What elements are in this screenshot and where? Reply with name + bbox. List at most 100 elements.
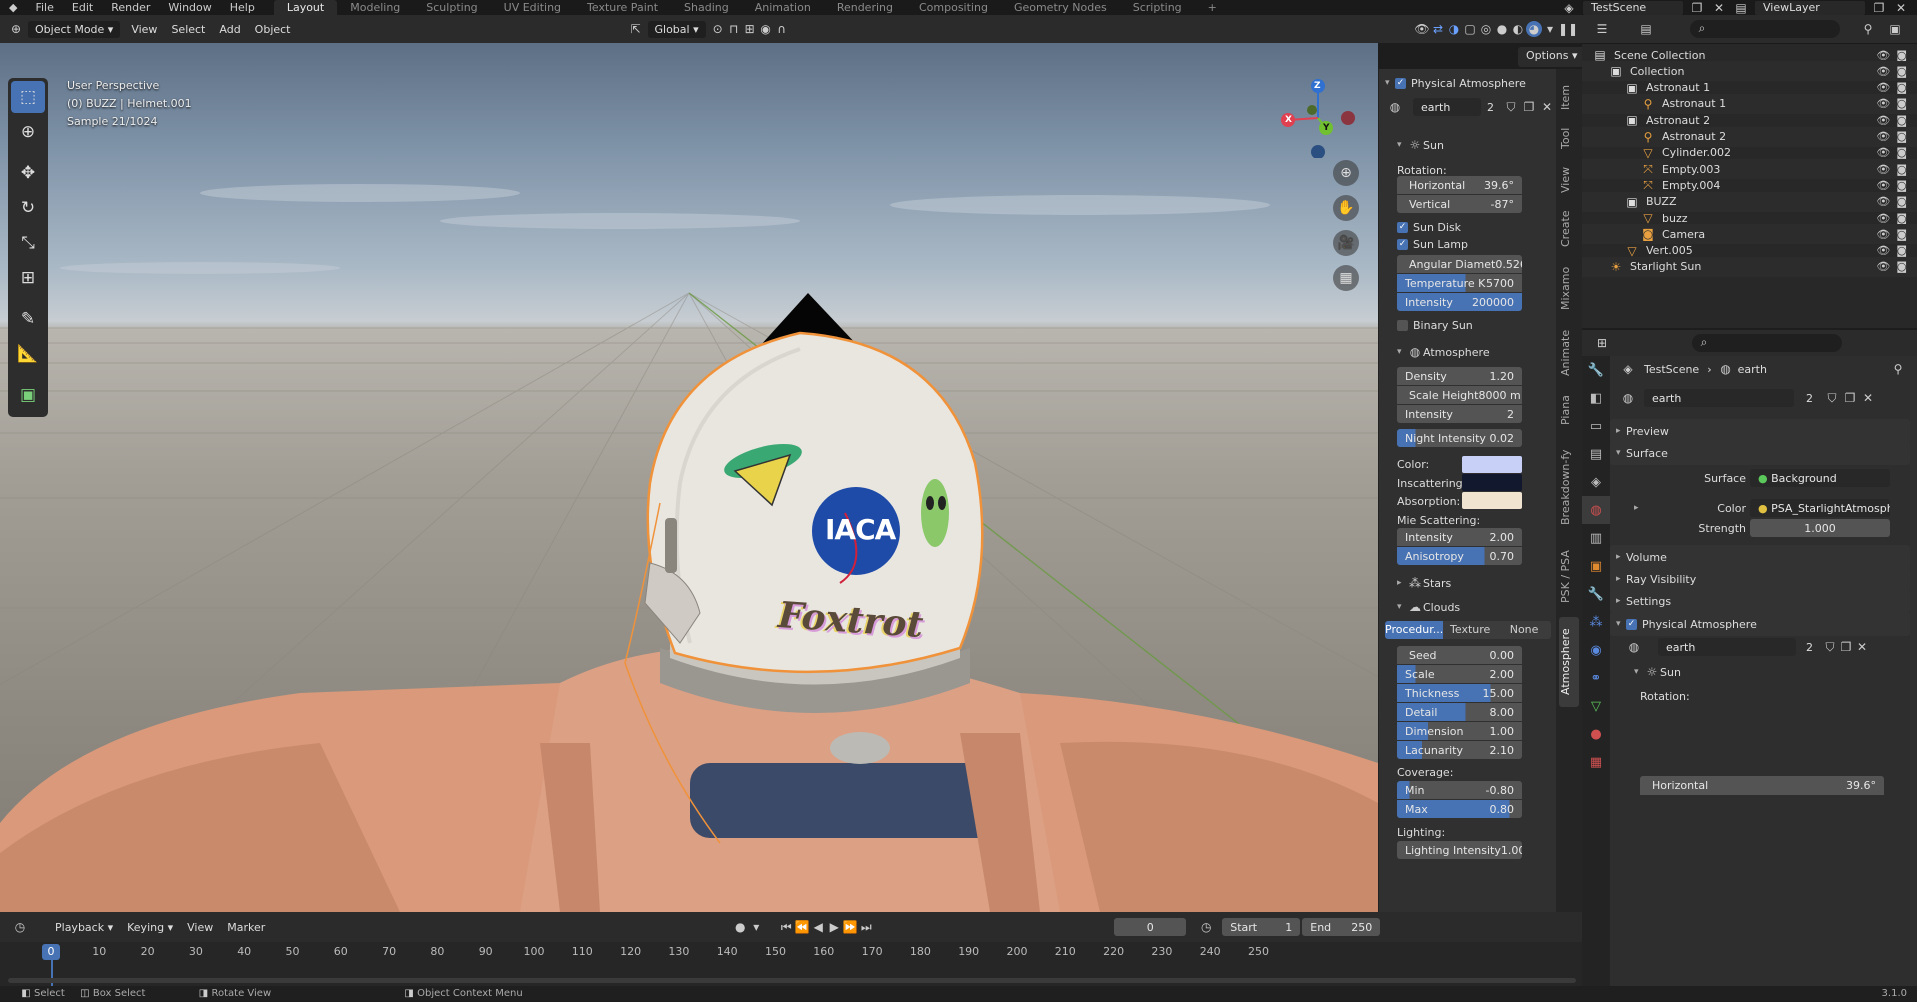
pin-icon[interactable]: ⚲ xyxy=(1890,361,1906,377)
inscattering-color-swatch[interactable] xyxy=(1462,474,1522,491)
options-dropdown[interactable]: Options ▾ xyxy=(1518,47,1586,67)
eye-icon[interactable]: 👁 xyxy=(1876,146,1890,159)
world-tab-icon[interactable]: ◍ xyxy=(1582,496,1610,524)
eye-icon[interactable]: 👁 xyxy=(1876,97,1890,110)
workspace-tab-scripting[interactable]: Scripting xyxy=(1120,0,1195,15)
end-frame-field[interactable]: End 250 xyxy=(1302,918,1381,936)
visibility-icon[interactable]: 👁 xyxy=(1414,21,1430,37)
camera-render-icon[interactable]: ◙ xyxy=(1896,228,1907,241)
editor-type-icon[interactable]: ◷ xyxy=(12,919,28,935)
output-tab-icon[interactable]: ▭ xyxy=(1582,412,1610,440)
scale-height-field[interactable]: Scale Height 8000 m xyxy=(1397,386,1522,404)
properties-search-input[interactable]: ⌕ xyxy=(1692,334,1842,352)
filter-icon[interactable]: ⚲ xyxy=(1860,21,1876,37)
pivot-icon[interactable]: ⊙ xyxy=(710,21,726,37)
display-mode-icon[interactable]: ▤ xyxy=(1638,21,1654,37)
playhead[interactable]: 0 xyxy=(42,944,60,960)
eye-icon[interactable]: 👁 xyxy=(1876,179,1890,192)
ray-visibility-panel-header[interactable]: ▸ Ray Visibility xyxy=(1610,567,1910,591)
fake-user-shield-icon[interactable]: ⛉ xyxy=(1824,390,1840,406)
select-box-tool-icon[interactable]: ⬚ xyxy=(11,81,45,113)
sidebar-tab-atmosphere[interactable]: Atmosphere xyxy=(1559,617,1579,707)
dropdown-arrow-icon[interactable]: ▾ xyxy=(748,919,764,935)
editor-type-icon[interactable]: ⊞ xyxy=(1594,335,1610,351)
menu-select[interactable]: Select xyxy=(164,21,212,38)
falloff-icon[interactable]: ∩ xyxy=(774,21,790,37)
next-keyframe-icon[interactable]: ⏩ xyxy=(842,919,858,935)
duplicate-icon[interactable]: ❐ xyxy=(1521,99,1537,115)
camera-render-icon[interactable]: ◙ xyxy=(1896,97,1907,110)
menu-edit[interactable]: Edit xyxy=(63,1,102,14)
overlay-toggle-icon[interactable]: ◑ xyxy=(1446,21,1462,37)
add-workspace-button[interactable]: + xyxy=(1195,0,1230,15)
world-icon[interactable]: ◍ xyxy=(1387,99,1403,115)
eye-icon[interactable]: 👁 xyxy=(1876,130,1890,143)
object-tab-icon[interactable]: ▣ xyxy=(1582,552,1610,580)
clouds-subpanel-header[interactable]: ▾ ☁ Clouds xyxy=(1379,597,1556,617)
transform-orientation-dropdown[interactable]: Global ▾ xyxy=(647,20,706,38)
menu-render[interactable]: Render xyxy=(102,1,159,14)
menu-window[interactable]: Window xyxy=(159,1,220,14)
close-icon[interactable]: ✕ xyxy=(1893,0,1909,16)
editor-type-icon[interactable]: ⊕ xyxy=(8,21,24,37)
cloud-scale-field[interactable]: Scale 2.00 xyxy=(1397,665,1522,683)
absorption-color-swatch[interactable] xyxy=(1462,492,1522,509)
menu-add[interactable]: Add xyxy=(212,21,247,38)
strength-field[interactable]: 1.000 xyxy=(1750,519,1890,537)
atmosphere-subpanel-header[interactable]: ▾ ◍ Atmosphere xyxy=(1379,342,1556,362)
addon-enable-checkbox[interactable]: ✓ xyxy=(1395,77,1406,89)
settings-panel-header[interactable]: ▸ Settings xyxy=(1610,589,1910,613)
annotate-tool-icon[interactable]: ✎ xyxy=(11,303,45,335)
density-field[interactable]: Density 1.20 xyxy=(1397,367,1522,385)
menu-help[interactable]: Help xyxy=(221,1,264,14)
current-frame-field[interactable]: 0 xyxy=(1114,918,1187,936)
workspace-tab-uv-editing[interactable]: UV Editing xyxy=(491,0,574,15)
start-frame-field[interactable]: Start 1 xyxy=(1222,918,1301,936)
snap-options-icon[interactable]: ⊞ xyxy=(742,21,758,37)
cloud-mode-texture[interactable]: Texture xyxy=(1443,621,1498,639)
angular-diameter-field[interactable]: Angular Diamet0.526° xyxy=(1397,255,1522,273)
pa-sun-header[interactable]: ▾ ☼ Sun xyxy=(1610,662,1788,682)
world-name-field[interactable]: earth xyxy=(1413,98,1481,116)
fake-user-shield-icon[interactable]: ⛉ xyxy=(1822,639,1838,655)
play-icon[interactable]: ▶ xyxy=(826,919,842,935)
sidebar-tab-mixamo[interactable]: Mixamo xyxy=(1559,259,1579,317)
camera-render-icon[interactable]: ◙ xyxy=(1896,212,1907,225)
transform-tool-icon[interactable]: ⊞ xyxy=(11,262,45,294)
measure-tool-icon[interactable]: 📐 xyxy=(11,338,45,370)
sidebar-tab-view[interactable]: View xyxy=(1559,161,1579,199)
editor-type-icon[interactable]: ☰ xyxy=(1594,21,1610,37)
eye-icon[interactable]: 👁 xyxy=(1876,228,1890,241)
sun-lamp-checkbox[interactable]: ✓ Sun Lamp xyxy=(1379,234,1556,254)
snap-icon[interactable]: ⊓ xyxy=(726,21,742,37)
material-shading-icon[interactable]: ◐ xyxy=(1510,21,1526,37)
blender-logo-icon[interactable]: ◆ xyxy=(0,1,26,14)
fake-user-shield-icon[interactable]: ⛉ xyxy=(1503,99,1519,115)
cloud-thickness-field[interactable]: Thickness 15.00 xyxy=(1397,684,1522,702)
outliner-row[interactable]: ☀ Starlight Sun 👁 ◙ xyxy=(1582,256,1917,277)
jump-start-icon[interactable]: ⏮ xyxy=(778,919,794,935)
rotate-tool-icon[interactable]: ↻ xyxy=(11,192,45,224)
unlink-close-icon[interactable]: ✕ xyxy=(1860,390,1876,406)
binary-sun-checkbox[interactable]: Binary Sun xyxy=(1379,315,1556,335)
pan-hand-icon[interactable]: ✋ xyxy=(1333,195,1359,221)
xray-icon[interactable]: ▢ xyxy=(1462,21,1478,37)
jump-end-icon[interactable]: ⏭ xyxy=(858,919,874,935)
mode-dropdown[interactable]: Object Mode ▾ xyxy=(28,20,121,38)
expand-arrow-icon[interactable]: ▸ xyxy=(1634,503,1644,513)
proportional-edit-icon[interactable]: ◉ xyxy=(758,21,774,37)
timeline-menu-marker[interactable]: Marker xyxy=(220,919,272,936)
eye-icon[interactable]: 👁 xyxy=(1876,114,1890,127)
physical-atmosphere-panel-header[interactable]: ▾ ✓ Physical Atmosphere xyxy=(1610,612,1910,636)
sidebar-tab-breakdown[interactable]: Breakdown-fy xyxy=(1559,437,1579,537)
sidebar-tab-create[interactable]: Create xyxy=(1559,205,1579,253)
unlink-close-icon[interactable]: ✕ xyxy=(1854,639,1870,655)
camera-render-icon[interactable]: ◙ xyxy=(1896,81,1907,94)
menu-file[interactable]: File xyxy=(26,1,62,14)
preview-panel-header[interactable]: ▸ Preview xyxy=(1610,419,1910,443)
pa-horizontal-field[interactable]: Horizontal 39.6° xyxy=(1640,776,1884,794)
scene-tab-icon[interactable]: ◈ xyxy=(1582,468,1610,496)
modifier-tab-icon[interactable]: 🔧 xyxy=(1582,580,1610,608)
eye-icon[interactable]: 👁 xyxy=(1876,195,1890,208)
menu-object[interactable]: Object xyxy=(248,21,298,38)
